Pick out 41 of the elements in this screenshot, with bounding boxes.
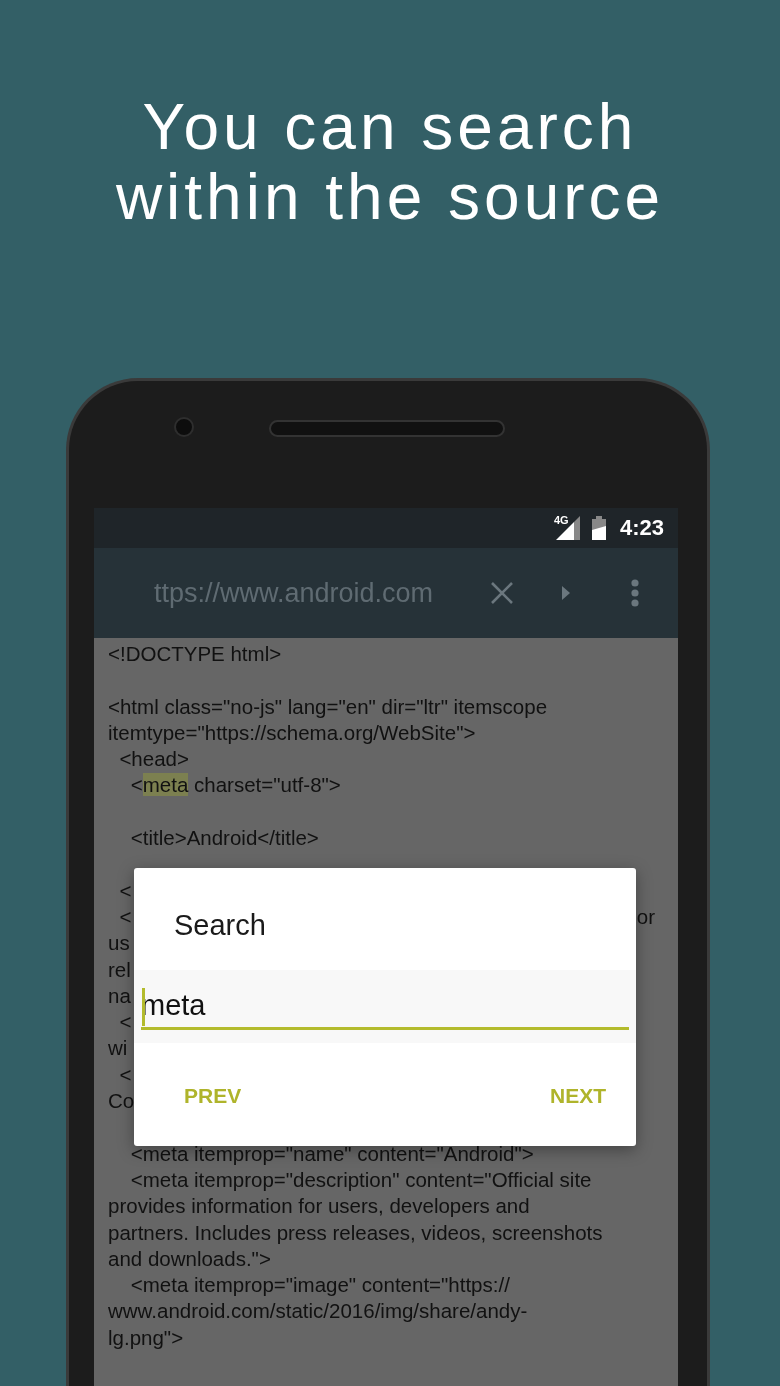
code-line: <head>	[118, 746, 189, 773]
forward-button[interactable]	[562, 586, 570, 600]
menu-icon	[631, 579, 639, 607]
code-line: Co	[108, 1088, 135, 1115]
url-text[interactable]: ttps://www.android.com	[154, 577, 470, 609]
text-cursor	[142, 988, 145, 1026]
close-icon	[490, 581, 514, 605]
network-label: 4G	[553, 514, 569, 526]
code-line: <meta itemprop="image" content="https://	[129, 1272, 510, 1299]
code-line: <title>Android</title>	[129, 825, 319, 852]
code-line: www.android.com/static/2016/img/share/andy-	[108, 1298, 528, 1325]
clock: 4:23	[619, 515, 664, 541]
code-line: rel	[108, 956, 131, 983]
code-line: itemtype="https://schema.org/WebSite">	[108, 719, 476, 746]
previous-button[interactable]: PREV	[178, 1080, 248, 1112]
headline: within the source	[115, 162, 665, 232]
dialog-title: Search	[174, 912, 266, 939]
code-line: provides information for users, developers and	[108, 1193, 530, 1220]
code-line: <html class="no-js" lang="en" dir="ltr" itemscope	[108, 693, 548, 720]
caret-icon	[562, 586, 570, 600]
camera-drawing	[174, 417, 194, 437]
code-line: <meta itemprop="description" content="Official site	[129, 1166, 592, 1193]
code-line: partners. Includes press releases, videos, screenshots	[108, 1219, 603, 1246]
next-button[interactable]: NEXT	[544, 1080, 612, 1112]
code-line: <	[118, 1009, 132, 1036]
code-line: and downloads.">	[108, 1245, 271, 1272]
code-line: <meta charset="utf-8">	[129, 772, 341, 799]
code-line: <	[118, 903, 132, 930]
headline: You can search	[142, 92, 638, 162]
battery-icon	[591, 516, 606, 540]
code-line: na	[108, 982, 131, 1009]
code-line: us	[108, 930, 130, 957]
code-line: <	[118, 1061, 132, 1088]
code-line: <!DOCTYPE html>	[108, 641, 282, 667]
code-line: <meta itemprop="name" content="Android">	[129, 1140, 534, 1167]
menu-button[interactable]	[631, 579, 639, 607]
code-line: <	[118, 877, 132, 904]
close-button[interactable]	[490, 581, 514, 605]
code-line: or	[636, 903, 656, 930]
code-line: wi	[108, 1035, 128, 1062]
code-line: lg.png">	[108, 1324, 184, 1351]
